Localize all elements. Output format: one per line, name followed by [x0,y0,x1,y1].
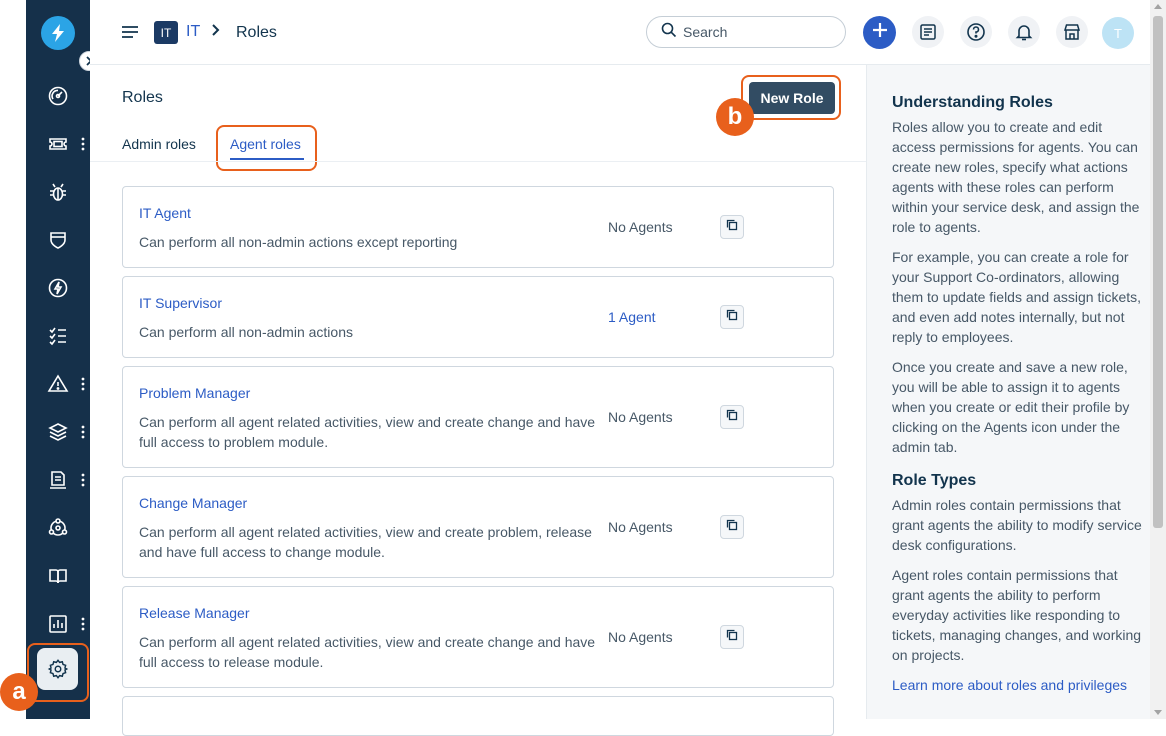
chevron-right-icon [211,23,221,42]
hamburger-menu-icon[interactable] [120,22,140,42]
help-panel: Understanding Roles Roles allow you to c… [866,65,1150,719]
help-icon[interactable] [960,16,992,48]
search-input[interactable] [683,24,823,40]
help-heading-understanding-roles: Understanding Roles [892,94,1053,111]
sidebar [26,0,99,719]
tab-admin-roles[interactable]: Admin roles [122,136,196,152]
copy-icon [726,408,738,426]
scroll-up-arrow-icon[interactable] [1154,4,1162,9]
help-paragraph: Roles allow you to create and edit acces… [892,119,1140,235]
document-menu-dots-icon[interactable] [79,472,87,488]
copy-icon [726,218,738,236]
network-icon[interactable] [46,516,70,540]
annotation-badge-b: b [716,98,754,136]
help-paragraph: Once you create and save a new role, you… [892,359,1130,455]
analytics-menu-dots-icon[interactable] [79,616,87,632]
book-icon[interactable] [46,564,70,588]
checklist-icon[interactable] [46,324,70,348]
annotation-badge-a: a [0,673,38,711]
role-card[interactable] [122,696,834,736]
copy-icon [726,518,738,536]
top-header: IT IT Roles T [90,0,1150,65]
role-name[interactable]: IT Supervisor [139,295,222,311]
role-agent-count: No Agents [608,629,673,645]
warning-icon[interactable] [46,372,70,396]
scroll-down-arrow-icon[interactable] [1154,710,1162,715]
add-new-button[interactable] [863,16,896,49]
copy-role-button[interactable] [720,215,744,239]
page-title: Roles [122,89,163,106]
role-card[interactable]: Release Manager Can perform all agent re… [122,586,834,688]
role-name[interactable]: Release Manager [139,605,250,621]
role-name[interactable]: IT Agent [139,205,191,221]
search-box[interactable] [646,16,846,48]
copy-role-button[interactable] [720,625,744,649]
shield-icon[interactable] [46,228,70,252]
role-agent-count-link[interactable]: 1 Agent [608,309,656,325]
help-paragraph: Agent roles contain permissions that gra… [892,567,1142,663]
copy-icon [726,628,738,646]
workspace-badge[interactable]: IT [154,21,178,44]
warning-menu-dots-icon[interactable] [79,376,87,392]
role-agent-count: No Agents [608,409,673,425]
role-agent-count: No Agents [608,219,673,235]
role-card[interactable]: Change Manager Can perform all agent rel… [122,476,834,578]
role-card[interactable]: IT Supervisor Can perform all non-admin … [122,276,834,358]
agent-roles-highlight [216,125,317,171]
bolt-icon[interactable] [46,276,70,300]
store-icon[interactable] [1056,16,1088,48]
search-icon [661,22,677,43]
role-description: Can perform all agent related activities… [139,634,596,670]
ticket-menu-dots-icon[interactable] [79,136,87,152]
avatar[interactable]: T [1102,17,1134,49]
service-catalog-icon[interactable] [912,16,944,48]
plus-icon [872,22,888,43]
left-margin [0,0,26,719]
copy-role-button[interactable] [720,405,744,429]
role-description: Can perform all agent related activities… [139,524,592,560]
copy-role-button[interactable] [720,305,744,329]
scrollbar[interactable] [1150,0,1166,719]
role-description: Can perform all non-admin actions [139,324,353,340]
dashboard-icon[interactable] [46,84,70,108]
role-name[interactable]: Problem Manager [139,385,250,401]
breadcrumb-parent[interactable]: IT [186,23,200,41]
tabs-divider [90,161,866,162]
role-description: Can perform all non-admin actions except… [139,234,458,250]
copy-role-button[interactable] [720,515,744,539]
notification-bell-icon[interactable] [1008,16,1040,48]
ticket-icon[interactable] [46,132,70,156]
document-icon[interactable] [46,468,70,492]
bug-icon[interactable] [46,180,70,204]
layers-menu-dots-icon[interactable] [79,424,87,440]
copy-icon [726,308,738,326]
role-name[interactable]: Change Manager [139,495,247,511]
app-logo-icon[interactable] [41,16,75,50]
learn-more-link[interactable]: Learn more about roles and privileges [892,677,1127,693]
help-paragraph: Admin roles contain permissions that gra… [892,497,1142,553]
layers-icon[interactable] [46,420,70,444]
main-content: Roles New Role Admin roles Agent roles I… [90,65,866,736]
help-heading-role-types: Role Types [892,472,977,489]
analytics-icon[interactable] [46,612,70,636]
role-description: Can perform all agent related activities… [139,414,596,450]
role-card[interactable]: IT Agent Can perform all non-admin actio… [122,186,834,268]
new-role-highlight [741,75,841,120]
role-card[interactable]: Problem Manager Can perform all agent re… [122,366,834,468]
help-paragraph: For example, you can create a role for y… [892,249,1142,345]
breadcrumb-current: Roles [236,24,277,41]
role-agent-count: No Agents [608,519,673,535]
scrollbar-thumb[interactable] [1153,16,1163,528]
